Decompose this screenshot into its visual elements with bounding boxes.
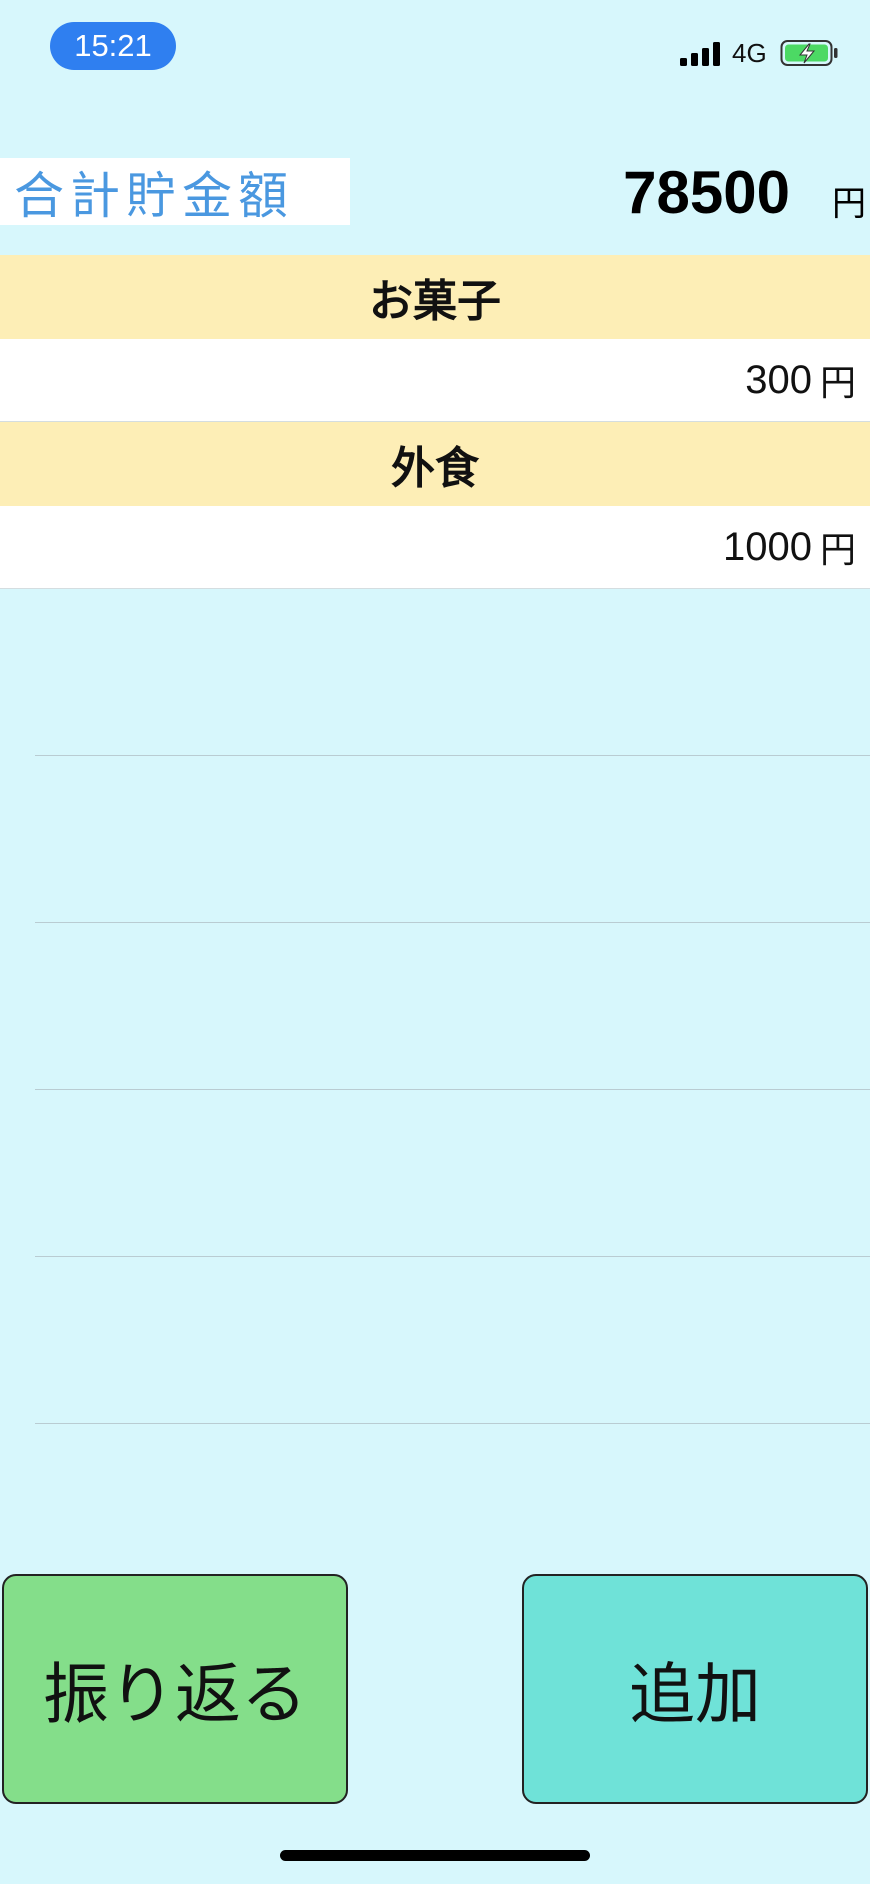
battery-charging-icon [780,40,838,66]
savings-list: お菓子 300 円 外食 1000 円 [0,255,870,589]
list-item[interactable]: 300 円 [0,339,870,422]
empty-row [35,589,870,756]
total-savings-label: 合計貯金額 [0,158,350,225]
empty-row [35,1090,870,1257]
empty-row [35,756,870,923]
item-amount: 1000 [723,524,812,569]
section-header: お菓子 [0,255,870,339]
total-savings-value: 78500 [623,159,790,226]
section-header: 外食 [0,422,870,506]
empty-row [35,1257,870,1424]
total-savings-unit: 円 [832,184,866,224]
list-item[interactable]: 1000 円 [0,506,870,589]
empty-table-rows [0,589,870,1424]
empty-row [35,923,870,1090]
item-unit: 円 [819,530,856,571]
cellular-signal-icon [680,42,720,66]
network-type: 4G [732,38,767,68]
review-button[interactable]: 振り返る [2,1574,348,1804]
status-bar: 15:21 4G [0,0,870,90]
total-savings-row: 合計貯金額 78500 円 [0,158,870,228]
home-indicator[interactable] [280,1850,590,1861]
item-amount: 300 [745,357,812,402]
status-time: 15:21 [50,22,176,70]
item-unit: 円 [819,363,856,404]
add-button[interactable]: 追加 [522,1574,868,1804]
